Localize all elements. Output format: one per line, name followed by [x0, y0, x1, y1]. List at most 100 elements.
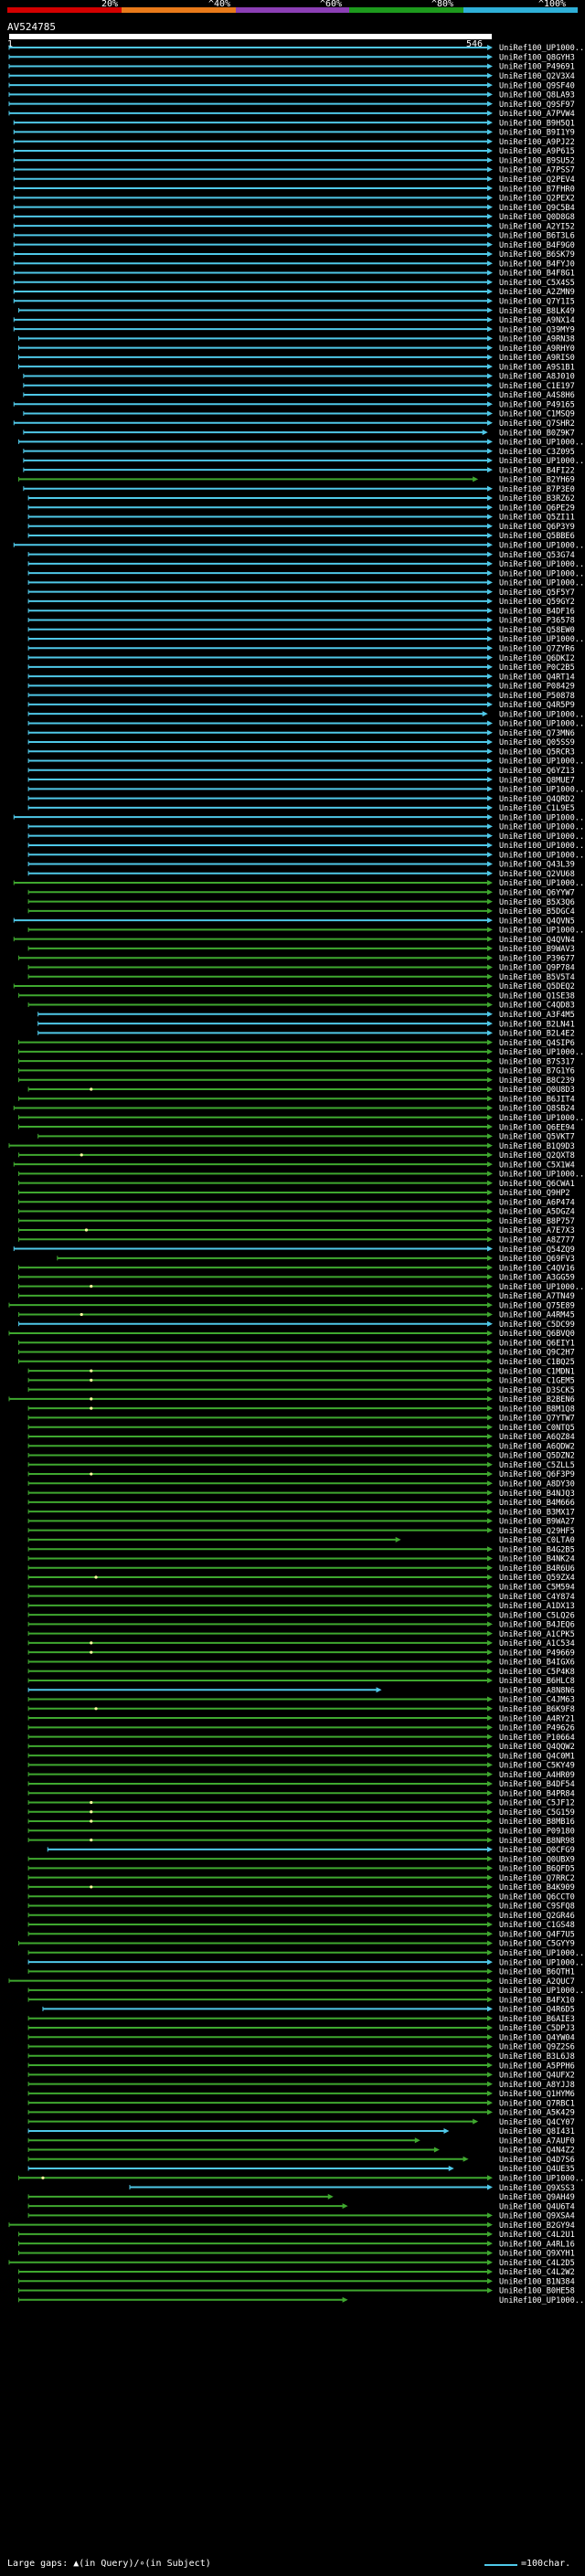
- hit-row[interactable]: UniRef100_Q2GR46: [27, 1912, 575, 1921]
- hit-label[interactable]: UniRef100_Q9AH49: [499, 2193, 575, 2202]
- hit-row[interactable]: UniRef100_A7AUF0: [27, 2136, 575, 2146]
- hit-label[interactable]: UniRef100_D3SCK5: [499, 1386, 575, 1395]
- hit-label[interactable]: UniRef100_B0HE58: [499, 2287, 575, 2296]
- hit-label[interactable]: UniRef100_Q4SIP6: [499, 1039, 575, 1048]
- hit-label[interactable]: UniRef100_B8P757: [499, 1217, 575, 1226]
- hit-row[interactable]: UniRef100_Q7YTW7: [27, 1415, 575, 1424]
- hit-label[interactable]: UniRef100_UP1000...: [499, 457, 585, 466]
- hit-label[interactable]: UniRef100_Q6P3Y9: [499, 523, 575, 532]
- hit-label[interactable]: UniRef100_B6JIT4: [499, 1095, 575, 1104]
- hit-label[interactable]: UniRef100_A4RY21: [499, 1714, 575, 1723]
- hit-row[interactable]: UniRef100_Q0D8G8: [13, 213, 575, 222]
- hit-row[interactable]: UniRef100_B4PR84: [27, 1789, 575, 1798]
- hit-row[interactable]: UniRef100_B9I1Y9: [13, 129, 575, 138]
- hit-row[interactable]: UniRef100_Q58EW0: [27, 626, 575, 635]
- hit-label[interactable]: UniRef100_A5DGZ4: [499, 1208, 575, 1217]
- hit-label[interactable]: UniRef100_B5DGC4: [499, 907, 575, 917]
- hit-label[interactable]: UniRef100_C5GYY9: [499, 1940, 575, 1949]
- hit-label[interactable]: UniRef100_C5KY49: [499, 1762, 575, 1771]
- hit-label[interactable]: UniRef100_C5DC99: [499, 1320, 575, 1330]
- hit-label[interactable]: UniRef100_C1BQ25: [499, 1358, 575, 1367]
- hit-label[interactable]: UniRef100_B4R6U6: [499, 1564, 575, 1574]
- hit-label[interactable]: UniRef100_A3F4M5: [499, 1011, 575, 1020]
- hit-label[interactable]: UniRef100_B7FHR0: [499, 185, 575, 194]
- hit-label[interactable]: UniRef100_B8NR98: [499, 1837, 575, 1846]
- hit-label[interactable]: UniRef100_B4FI22: [499, 466, 575, 475]
- hit-row[interactable]: UniRef100_Q2PEV4: [13, 175, 575, 185]
- hit-row[interactable]: UniRef100_B4F8G1: [13, 270, 575, 279]
- hit-label[interactable]: UniRef100_Q9XSA4: [499, 2212, 575, 2221]
- hit-row[interactable]: UniRef100_B8LK49: [18, 307, 575, 316]
- hit-row[interactable]: UniRef100_B5DGC4: [27, 907, 575, 917]
- hit-row[interactable]: UniRef100_C5JF12: [27, 1799, 575, 1808]
- hit-row[interactable]: UniRef100_A5K429: [27, 2109, 575, 2118]
- hit-row[interactable]: UniRef100_Q4U6T4: [27, 2202, 575, 2211]
- hit-label[interactable]: UniRef100_C1E197: [499, 382, 575, 391]
- hit-row[interactable]: UniRef100_Q5DEQ2: [13, 982, 575, 991]
- hit-row[interactable]: UniRef100_Q9HP2: [18, 1189, 570, 1198]
- hit-row[interactable]: UniRef100_P10664: [27, 1733, 575, 1743]
- hit-row[interactable]: UniRef100_Q53G74: [27, 551, 575, 560]
- hit-row[interactable]: UniRef100_Q5DZN2: [27, 1452, 575, 1461]
- hit-label[interactable]: UniRef100_B4FYJ0: [499, 260, 575, 269]
- hit-label[interactable]: UniRef100_A9RHY0: [499, 345, 575, 354]
- hit-label[interactable]: UniRef100_A8DY30: [499, 1480, 575, 1489]
- hit-row[interactable]: UniRef100_A8YJJ8: [27, 2081, 575, 2090]
- hit-label[interactable]: UniRef100_Q2PEV4: [499, 175, 575, 185]
- hit-row[interactable]: UniRef100_B4M666: [27, 1499, 575, 1508]
- hit-label[interactable]: UniRef100_UP1000...: [499, 832, 585, 842]
- hit-label[interactable]: UniRef100_A7PSS7: [499, 166, 575, 175]
- hit-row[interactable]: UniRef100_B9WAV3: [27, 945, 575, 954]
- hit-label[interactable]: UniRef100_UP1000...: [499, 1048, 585, 1057]
- hit-label[interactable]: UniRef100_Q7YTW7: [499, 1415, 575, 1424]
- hit-label[interactable]: UniRef100_B3RZ62: [499, 494, 575, 504]
- hit-row[interactable]: UniRef100_UP1000...: [18, 1048, 585, 1057]
- hit-label[interactable]: UniRef100_Q1HYM6: [499, 2090, 575, 2099]
- hit-label[interactable]: UniRef100_B8M1Q8: [499, 1405, 575, 1414]
- hit-label[interactable]: UniRef100_Q4D7S6: [499, 2156, 575, 2165]
- hit-row[interactable]: UniRef100_P49626: [27, 1724, 575, 1733]
- hit-label[interactable]: UniRef100_B2GY94: [499, 2221, 575, 2231]
- hit-row[interactable]: UniRef100_B8P757: [18, 1217, 575, 1226]
- hit-label[interactable]: UniRef100_A4S8H6: [499, 391, 575, 400]
- hit-label[interactable]: UniRef100_UP1000...: [499, 2174, 585, 2183]
- hit-label[interactable]: UniRef100_Q4YW04: [499, 2033, 575, 2042]
- hit-label[interactable]: UniRef100_Q5DEQ2: [499, 982, 575, 991]
- hit-label[interactable]: UniRef100_C5P4K8: [499, 1668, 575, 1677]
- hit-row[interactable]: UniRef100_P50878: [27, 692, 575, 701]
- hit-label[interactable]: UniRef100_Q1SE38: [499, 991, 575, 1001]
- hit-row[interactable]: UniRef100_B8NR98: [27, 1837, 575, 1846]
- hit-row[interactable]: UniRef100_A8N8N6: [27, 1686, 575, 1695]
- hit-row[interactable]: UniRef100_Q9XYH1: [18, 2250, 575, 2259]
- hit-row[interactable]: UniRef100_A1CPK5: [27, 1630, 575, 1639]
- hit-label[interactable]: UniRef100_Q6BVQ0: [499, 1330, 575, 1339]
- hit-row[interactable]: UniRef100_A2ZMN9: [13, 288, 575, 297]
- hit-label[interactable]: UniRef100_UP1000...: [499, 786, 585, 795]
- hit-label[interactable]: UniRef100_UP1000...: [499, 710, 585, 719]
- hit-row[interactable]: UniRef100_Q9P784: [27, 964, 575, 973]
- hit-label[interactable]: UniRef100_C1L9E5: [499, 804, 575, 813]
- hit-row[interactable]: UniRef100_Q5ZI11: [27, 514, 575, 523]
- hit-row[interactable]: UniRef100_UP1000...: [27, 1958, 585, 1967]
- hit-label[interactable]: UniRef100_B3MX17: [499, 1508, 575, 1517]
- hit-label[interactable]: UniRef100_Q2PEX2: [499, 195, 575, 204]
- hit-label[interactable]: UniRef100_A9PJ22: [499, 138, 575, 147]
- hit-label[interactable]: UniRef100_B7P3E0: [499, 485, 575, 494]
- hit-row[interactable]: UniRef100_D3SCK5: [27, 1386, 575, 1395]
- hit-row[interactable]: UniRef100_Q9C5B4: [13, 204, 575, 213]
- hit-row[interactable]: UniRef100_UP1000...: [27, 758, 585, 767]
- hit-label[interactable]: UniRef100_Q4QRD2: [499, 795, 575, 804]
- hit-row[interactable]: UniRef100_Q4F7U5: [27, 1930, 575, 1939]
- hit-row[interactable]: UniRef100_B4G2B5: [27, 1545, 575, 1554]
- hit-label[interactable]: UniRef100_Q4QQW2: [499, 1743, 575, 1752]
- hit-row[interactable]: UniRef100_UP1000...: [18, 439, 585, 448]
- hit-label[interactable]: UniRef100_A4RM45: [499, 1311, 575, 1320]
- hit-row[interactable]: UniRef100_UP1000...: [27, 1987, 585, 1996]
- hit-label[interactable]: UniRef100_A2QUC7: [499, 1977, 575, 1987]
- hit-label[interactable]: UniRef100_C5M594: [499, 1583, 575, 1592]
- hit-row[interactable]: UniRef100_UP1000...: [27, 1949, 585, 1958]
- hit-label[interactable]: UniRef100_B4FX10: [499, 1996, 575, 2005]
- hit-row[interactable]: UniRef100_UP1000...: [23, 457, 585, 466]
- hit-row[interactable]: UniRef100_A3F4M5: [37, 1011, 575, 1020]
- hit-row[interactable]: UniRef100_Q0CFG9: [47, 1846, 575, 1855]
